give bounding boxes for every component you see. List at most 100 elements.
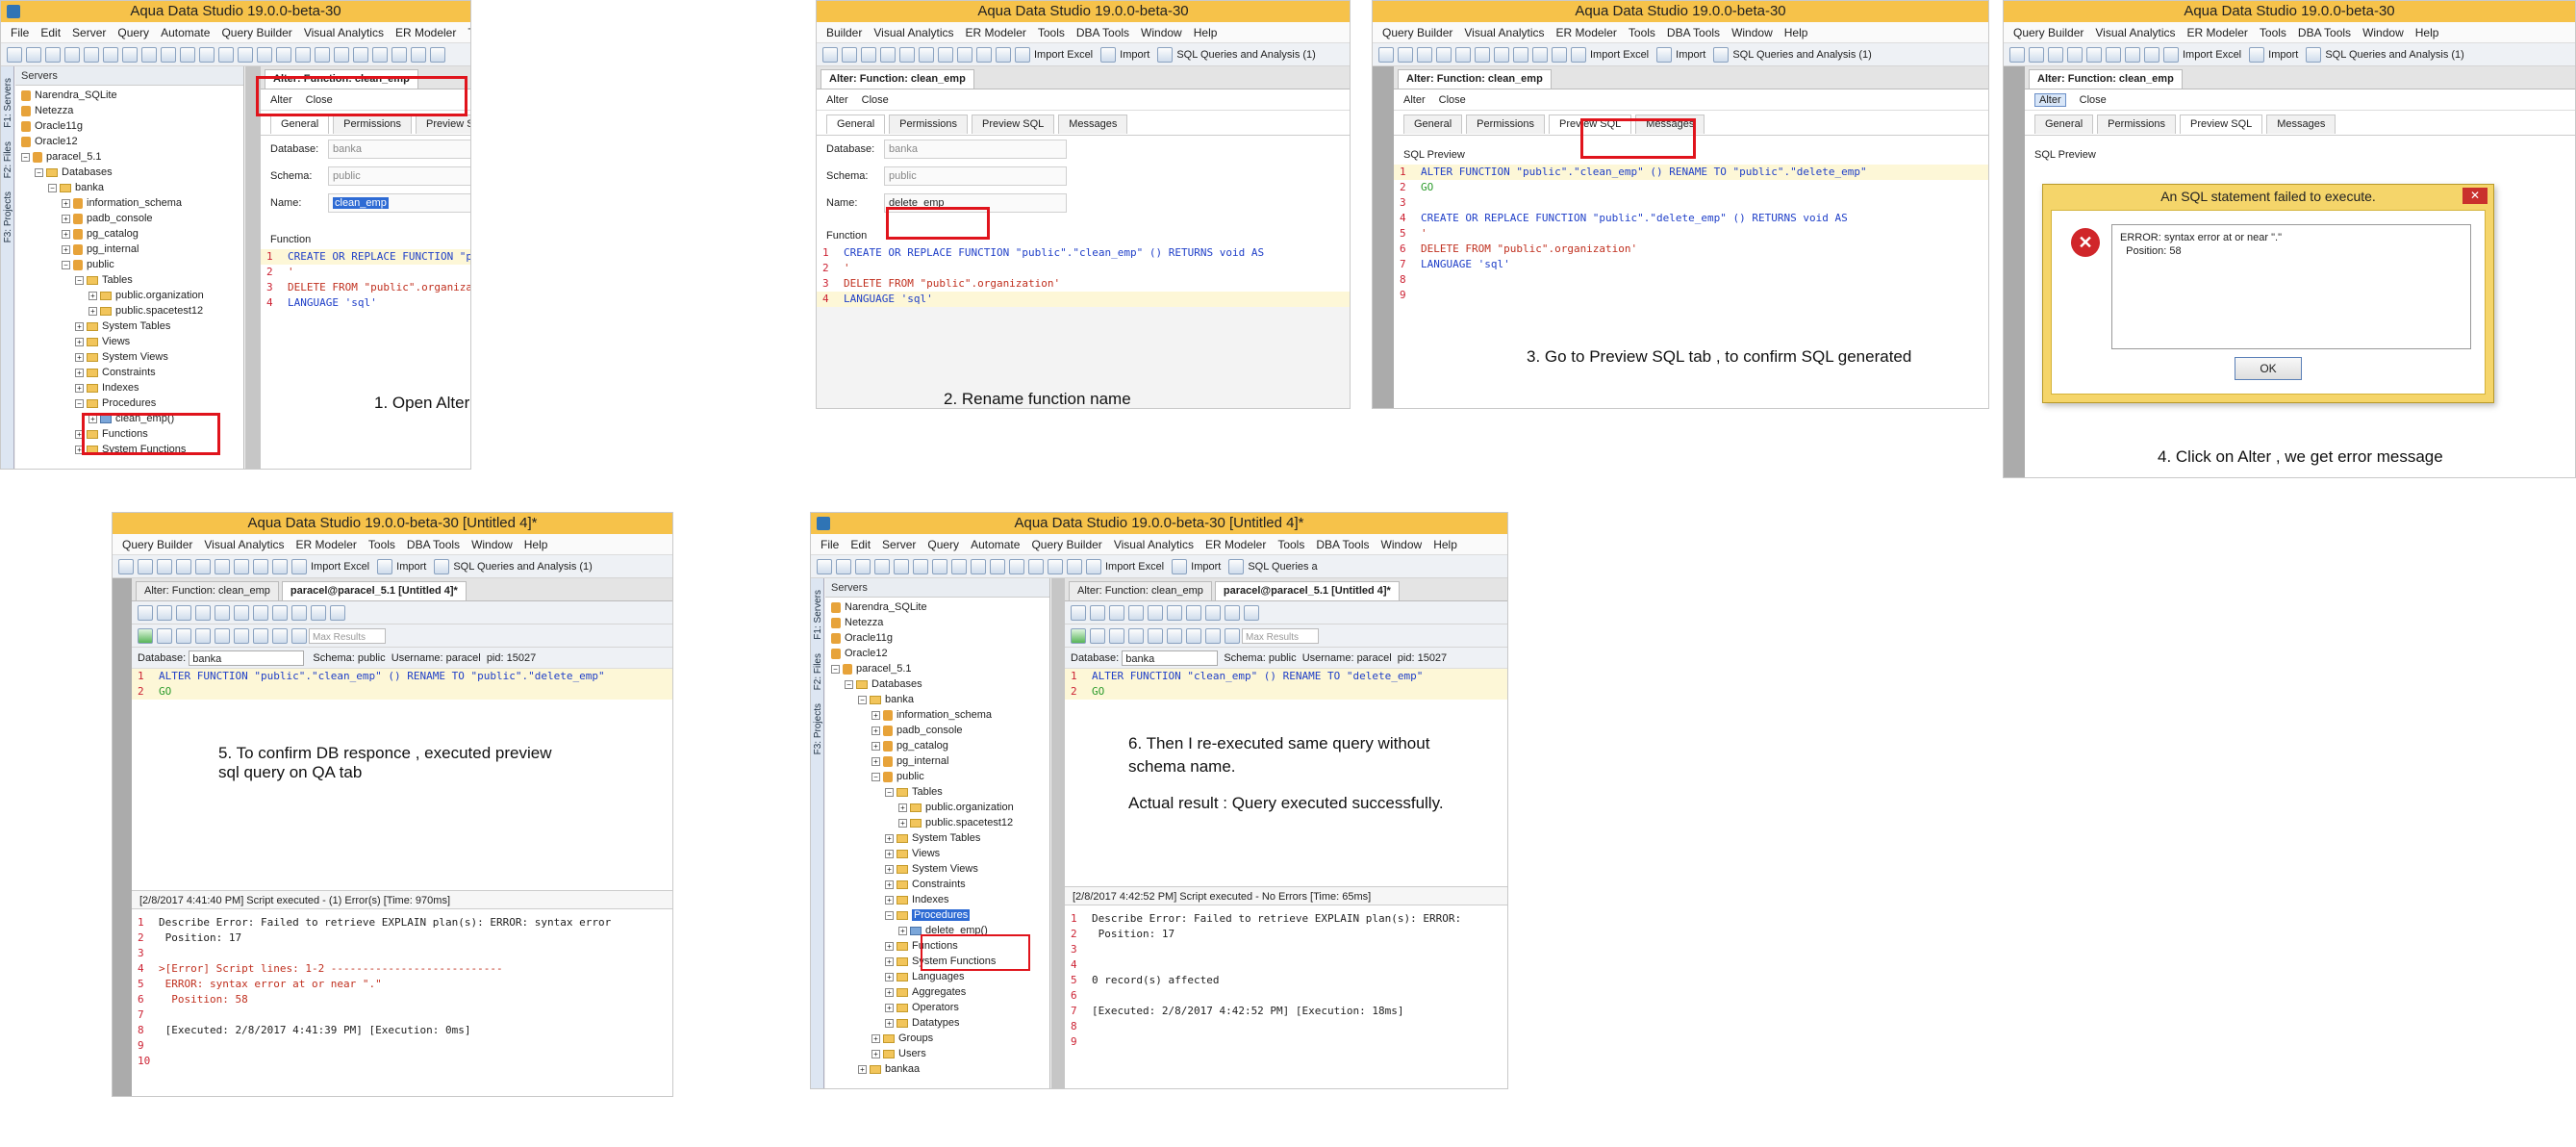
print-icon[interactable] <box>238 47 253 64</box>
close-icon[interactable]: ✕ <box>2462 188 2488 204</box>
schema-field[interactable]: public <box>328 166 470 187</box>
paste-icon[interactable] <box>234 605 249 622</box>
expand-icon[interactable]: + <box>871 756 880 766</box>
new-icon[interactable] <box>138 605 153 622</box>
sql-preview-editor[interactable]: 1 ALTER FUNCTION "public"."clean_emp" () … <box>1394 165 1988 303</box>
filter-icon[interactable] <box>276 47 291 64</box>
commit-icon[interactable] <box>215 628 230 645</box>
expand-icon[interactable]: + <box>885 1003 894 1012</box>
subtab-general[interactable]: General <box>270 115 330 134</box>
print-icon[interactable] <box>1048 559 1063 575</box>
sql-queries-button[interactable]: SQL Queries and Analysis (1) <box>453 558 593 575</box>
import-excel-button[interactable]: Import Excel <box>1105 558 1164 575</box>
export-icon[interactable] <box>938 47 953 64</box>
report-icon[interactable] <box>218 47 234 64</box>
tree-node[interactable]: + System Views <box>21 349 243 365</box>
menu-file[interactable]: File <box>5 22 35 42</box>
layout-icon[interactable] <box>1475 47 1490 64</box>
open-icon[interactable] <box>836 559 851 575</box>
grid-icon[interactable] <box>822 47 838 64</box>
menu-automate[interactable]: Automate <box>155 22 215 42</box>
collapse-icon[interactable]: − <box>75 398 84 408</box>
tree-node[interactable]: + Groups <box>831 1031 1049 1046</box>
copy-icon[interactable] <box>215 605 230 622</box>
tree-node[interactable]: Narendra_SQLite <box>831 599 1049 615</box>
collapse-icon[interactable]: − <box>885 910 894 920</box>
tree-node[interactable]: + padb_console <box>21 211 243 226</box>
tree-node[interactable]: + Indexes <box>831 892 1049 907</box>
tree-node[interactable]: + Languages <box>831 969 1049 984</box>
run-icon[interactable] <box>1071 628 1086 645</box>
subtab-permissions[interactable]: Permissions <box>2097 115 2177 134</box>
expand-icon[interactable]: + <box>885 833 894 843</box>
compare-icon[interactable] <box>195 559 211 575</box>
tree-node[interactable]: + pg_internal <box>21 242 243 257</box>
import-excel-button[interactable]: Import Excel <box>311 558 369 575</box>
new-icon[interactable] <box>817 559 832 575</box>
expand-icon[interactable]: + <box>871 741 880 751</box>
import-button[interactable]: Import <box>1676 46 1705 64</box>
sql-queries-button[interactable]: SQL Queries and Analysis (1) <box>1732 46 1872 64</box>
redo-icon[interactable] <box>1225 605 1240 622</box>
expand-icon[interactable]: + <box>62 229 70 239</box>
print-icon[interactable] <box>976 47 992 64</box>
tree-node[interactable]: + Operators <box>831 1000 1049 1015</box>
menu-dba-tools[interactable]: DBA Tools <box>401 534 466 554</box>
menu-help[interactable]: Help <box>1779 22 1814 42</box>
rollback-icon[interactable] <box>234 628 249 645</box>
schema-icon[interactable] <box>176 559 191 575</box>
tree-node[interactable]: + Aggregates <box>831 984 1049 1000</box>
comment-icon[interactable] <box>330 605 345 622</box>
cut-icon[interactable] <box>195 605 211 622</box>
expand-icon[interactable]: + <box>885 864 894 874</box>
tree-node[interactable]: − Tables <box>21 272 243 288</box>
tree-node[interactable]: + Datatypes <box>831 1015 1049 1031</box>
refresh-icon[interactable] <box>996 47 1011 64</box>
side-tab-servers[interactable]: F1: Servers <box>811 588 825 642</box>
grid-icon[interactable] <box>84 47 99 64</box>
expand-icon[interactable]: + <box>885 1018 894 1028</box>
layout-icon[interactable] <box>2106 47 2121 64</box>
subtab-permissions[interactable]: Permissions <box>1466 115 1546 134</box>
tree-node[interactable]: + public.organization <box>21 288 243 303</box>
expand-icon[interactable]: + <box>858 1064 867 1074</box>
tree-node[interactable]: + Constraints <box>21 365 243 380</box>
subtab-messages[interactable]: Messages <box>1058 115 1128 134</box>
tab-alter-function[interactable]: Alter: Function: clean_emp <box>2029 69 2183 89</box>
tree-node[interactable]: − public <box>21 257 243 272</box>
tree-node[interactable]: Oracle11g <box>21 118 243 134</box>
tree-node[interactable]: + System Tables <box>831 830 1049 846</box>
expand-icon[interactable]: + <box>871 1049 880 1058</box>
menu-tools[interactable]: Tools <box>1272 534 1310 554</box>
results-grid-icon[interactable] <box>1186 628 1201 645</box>
tree-node[interactable]: Oracle11g <box>831 630 1049 646</box>
grid-icon[interactable] <box>118 559 134 575</box>
save-icon[interactable] <box>855 559 871 575</box>
expand-icon[interactable]: + <box>62 214 70 223</box>
chart-icon[interactable] <box>1417 47 1432 64</box>
collapse-icon[interactable]: − <box>62 260 70 269</box>
subtab-general[interactable]: General <box>1403 115 1463 134</box>
tree-node[interactable]: + public.organization <box>831 800 1049 815</box>
format-icon[interactable] <box>430 47 445 64</box>
menu-tools[interactable]: Tools <box>1623 22 1661 42</box>
expand-icon[interactable]: + <box>871 1033 880 1043</box>
tree-node[interactable]: − banka <box>21 180 243 195</box>
chart-icon[interactable] <box>861 47 876 64</box>
tree-node[interactable]: + public.spacetest12 <box>831 815 1049 830</box>
max-results-input[interactable]: Max Results <box>1242 628 1319 645</box>
name-field[interactable]: clean_emp <box>328 193 470 214</box>
chart-icon[interactable] <box>2048 47 2063 64</box>
find-icon[interactable] <box>253 605 268 622</box>
expand-icon[interactable]: + <box>62 244 70 254</box>
subtab-permissions[interactable]: Permissions <box>889 115 969 134</box>
sql-queries-button[interactable]: SQL Queries and Analysis (1) <box>1176 46 1316 64</box>
report-icon[interactable] <box>253 559 268 575</box>
results-text-icon[interactable] <box>1205 628 1221 645</box>
schema-icon[interactable] <box>141 47 157 64</box>
splitter[interactable] <box>1051 578 1065 1088</box>
cut-icon[interactable] <box>1128 605 1144 622</box>
tree-node[interactable]: + Views <box>21 334 243 349</box>
menu-window[interactable]: Window <box>2357 22 2410 42</box>
schema-icon[interactable] <box>2067 47 2083 64</box>
